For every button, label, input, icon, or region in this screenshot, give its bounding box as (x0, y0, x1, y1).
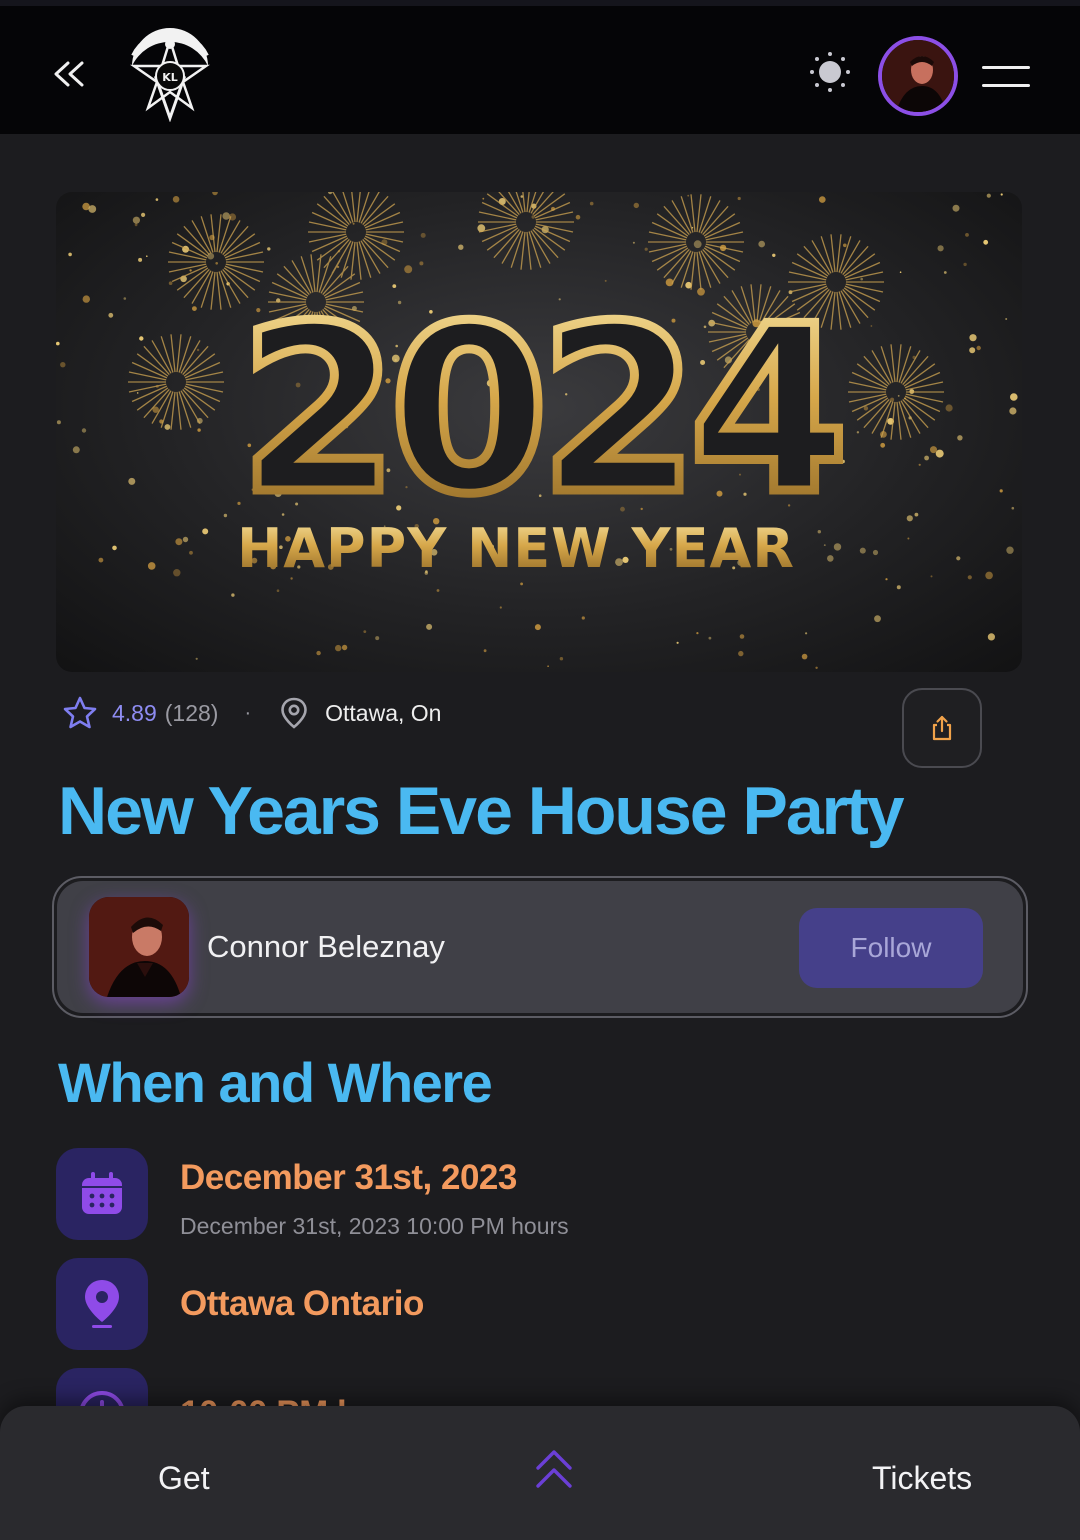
event-datetime-detail: December 31st, 2023 10:00 PM hours (180, 1213, 569, 1239)
star-icon (63, 696, 97, 729)
brand-logo[interactable]: KL (120, 26, 220, 123)
share-icon (932, 715, 952, 741)
when-where-heading: When and Where (58, 1051, 493, 1114)
place-icon-tile (56, 1258, 148, 1350)
event-location: Ottawa, On (325, 699, 442, 726)
share-button[interactable] (902, 688, 982, 768)
get-tickets-bar[interactable]: Get Tickets (0, 1406, 1080, 1540)
organizer-name: Connor Beleznay (207, 929, 445, 964)
logo-text: KL (162, 71, 178, 84)
map-pin-icon (85, 1280, 119, 1328)
back-button[interactable] (48, 52, 92, 96)
chevron-up-icon (536, 1450, 572, 1488)
tickets-label[interactable]: Tickets (872, 1460, 972, 1497)
location-pin-icon (281, 697, 307, 729)
event-date: December 31st, 2023 (180, 1158, 517, 1197)
sun-icon (810, 52, 850, 92)
follow-button[interactable]: Follow (799, 908, 983, 988)
date-icon-tile (56, 1148, 148, 1240)
hero-greeting-text: HAPPY NEW YEAR (237, 517, 795, 580)
theme-toggle-button[interactable] (806, 48, 854, 96)
organizer-card: Connor Beleznay Follow (52, 876, 1028, 1018)
calendar-icon (82, 1172, 122, 1214)
double-chevron-left-icon (54, 61, 84, 87)
menu-button[interactable] (978, 60, 1034, 92)
event-title: New Years Eve House Party (58, 773, 905, 849)
organizer-avatar[interactable] (89, 897, 189, 997)
get-label[interactable]: Get (158, 1460, 210, 1497)
event-meta-row: 4.89 (128) · Ottawa, On (62, 692, 441, 734)
meta-separator: · (244, 701, 252, 724)
hero-year-text: 2024 (239, 278, 839, 545)
rating-value: 4.89 (112, 699, 157, 726)
review-count: (128) (164, 699, 219, 726)
event-place: Ottawa Ontario (180, 1284, 424, 1323)
event-hero-image: 2024 HAPPY NEW YEAR (56, 192, 1022, 672)
top-nav-bar: KL (0, 0, 1080, 134)
expand-tickets-button[interactable] (530, 1446, 578, 1496)
user-avatar[interactable] (878, 36, 958, 116)
hamburger-icon (982, 66, 1030, 69)
